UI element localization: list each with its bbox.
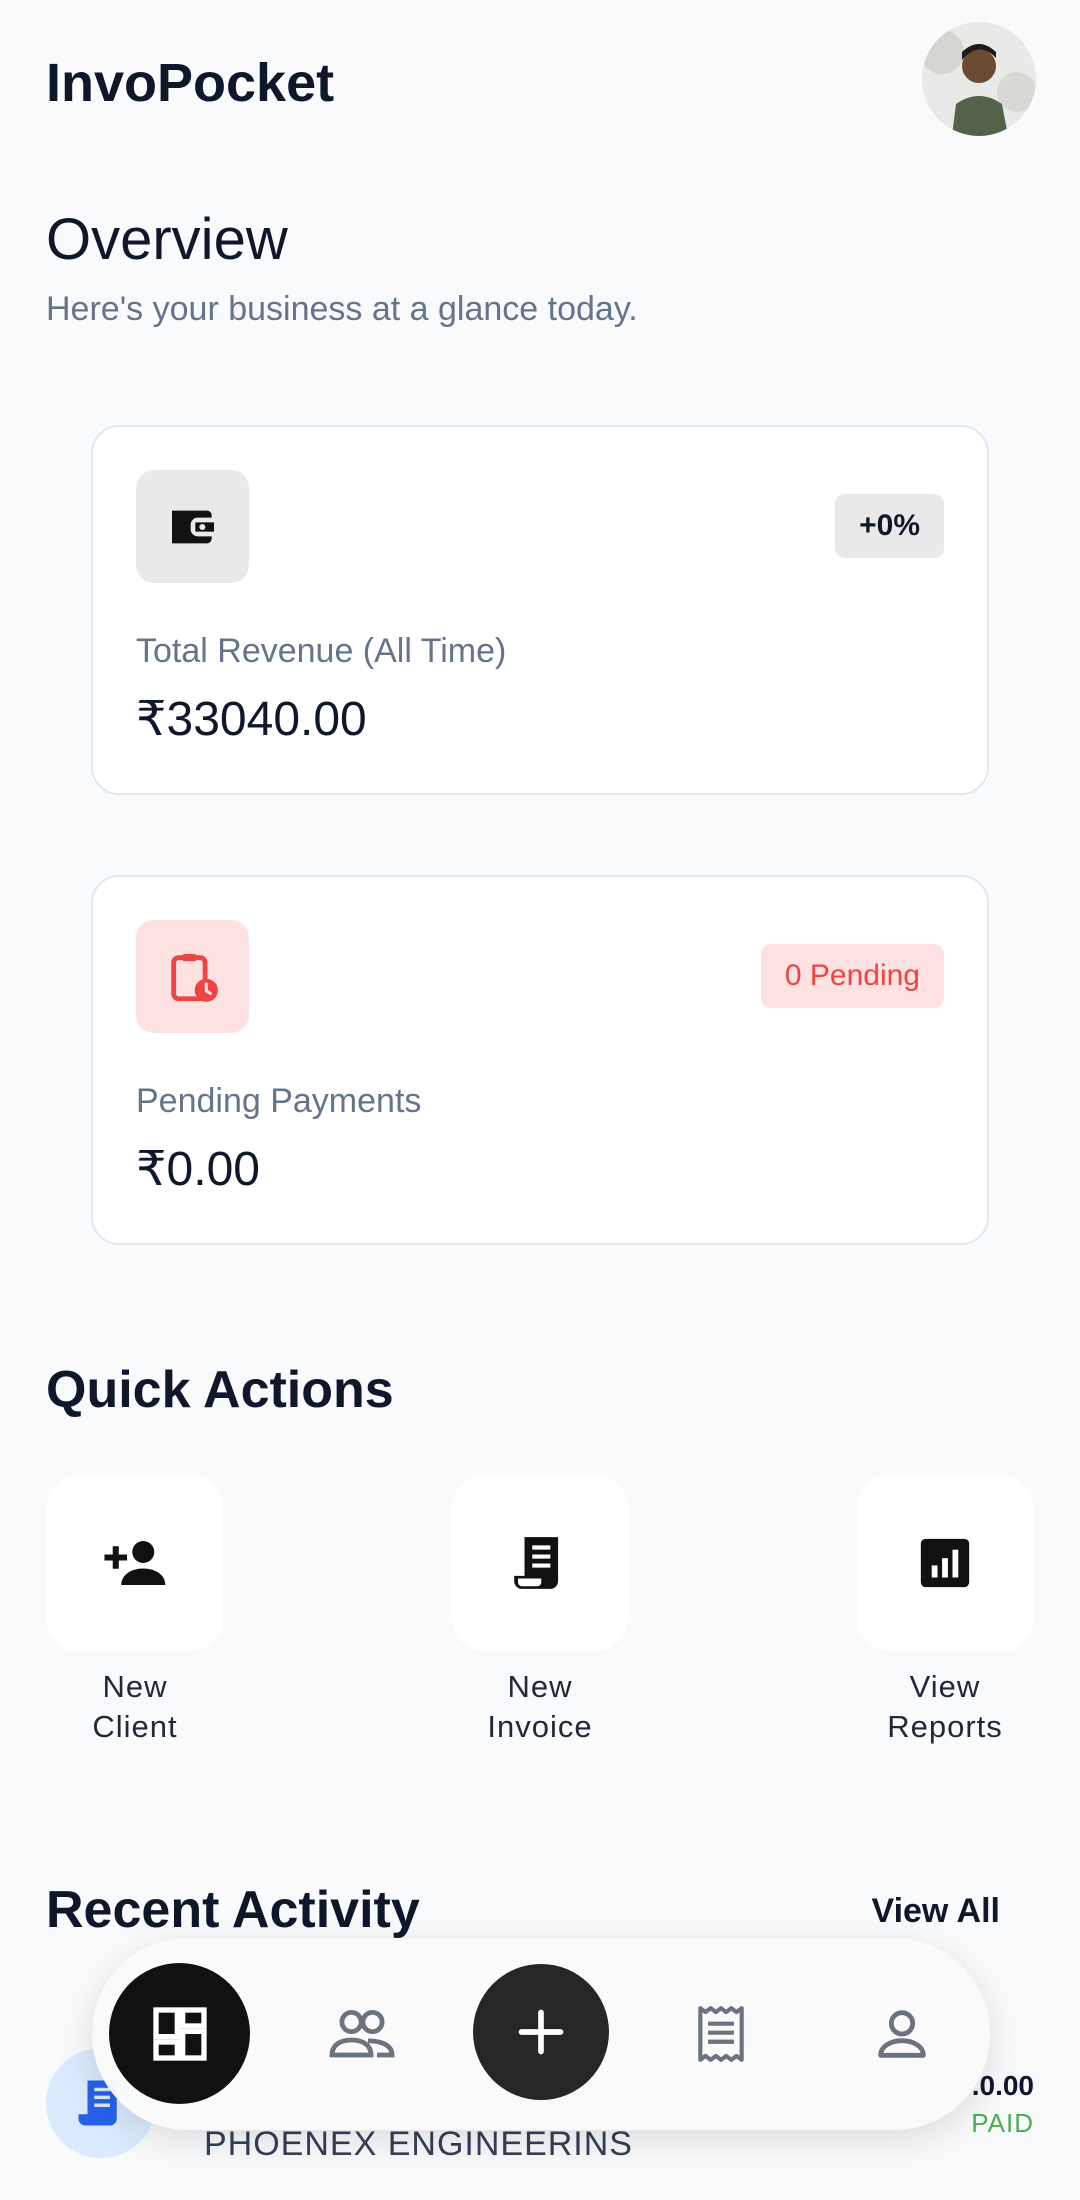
nav-dashboard[interactable] — [109, 1963, 250, 2104]
pending-amount: ₹0.00 — [136, 1143, 260, 1196]
revenue-label: Total Revenue (All Time) — [136, 632, 507, 670]
pending-badge: 0 Pending — [760, 944, 944, 1008]
revenue-card[interactable]: +0% Total Revenue (All Time) ₹33040.00 — [91, 425, 989, 795]
avatar[interactable] — [922, 22, 1036, 136]
add-person-icon — [104, 1541, 166, 1585]
dashboard-icon — [152, 2006, 207, 2061]
overview-subtitle: Here's your business at a glance today. — [46, 290, 638, 328]
pending-label: Pending Payments — [136, 1082, 422, 1120]
invoices-icon — [698, 2006, 744, 2062]
view-reports-label: View Reports — [887, 1669, 1003, 1744]
recent-activity-title: Recent Activity — [46, 1881, 420, 1939]
revenue-amount: ₹33040.00 — [136, 693, 367, 746]
new-invoice-label: New Invoice — [487, 1669, 593, 1744]
nav-profile[interactable] — [860, 1992, 944, 2076]
quick-actions-title: Quick Actions — [46, 1361, 394, 1419]
activity-status: PAID — [971, 2108, 1034, 2138]
pending-card[interactable]: 0 Pending Pending Payments ₹0.00 — [91, 875, 989, 1245]
header: InvoPocket — [46, 22, 1036, 144]
revenue-badge: +0% — [835, 494, 944, 558]
nav-invoices[interactable] — [679, 1992, 763, 2076]
avatar-photo — [922, 22, 1036, 136]
overview-title: Overview — [46, 207, 288, 272]
add-icon — [518, 2009, 564, 2055]
nav-clients[interactable] — [320, 1992, 404, 2076]
pending-icon-box — [136, 920, 249, 1033]
app-title: InvoPocket — [46, 53, 335, 113]
new-client-label: New Client — [92, 1669, 178, 1744]
clipboard-clock-icon — [170, 953, 218, 1002]
new-invoice-action[interactable]: New Invoice — [452, 1475, 628, 1747]
profile-icon — [878, 2010, 926, 2058]
activity-amount: .0.00 — [971, 2070, 1034, 2101]
bar-chart-icon — [920, 1538, 970, 1588]
bottom-nav — [92, 1938, 990, 2130]
new-client-button[interactable] — [47, 1475, 223, 1651]
receipt-icon — [514, 1537, 559, 1589]
activity-client-name: PHOENEX ENGINEERINS — [204, 2125, 633, 2163]
clients-icon — [329, 2010, 395, 2058]
view-reports-action[interactable]: View Reports — [857, 1475, 1033, 1747]
revenue-icon-box — [136, 470, 249, 583]
view-all-link[interactable]: View All — [872, 1892, 1001, 1931]
dashboard-screen: InvoPocket Overview Here's your business… — [0, 0, 1080, 2200]
new-invoice-button[interactable] — [452, 1475, 628, 1651]
view-reports-button[interactable] — [857, 1475, 1033, 1651]
new-client-action[interactable]: New Client — [47, 1475, 223, 1747]
nav-add-button[interactable] — [473, 1964, 609, 2100]
wallet-icon — [171, 510, 214, 543]
